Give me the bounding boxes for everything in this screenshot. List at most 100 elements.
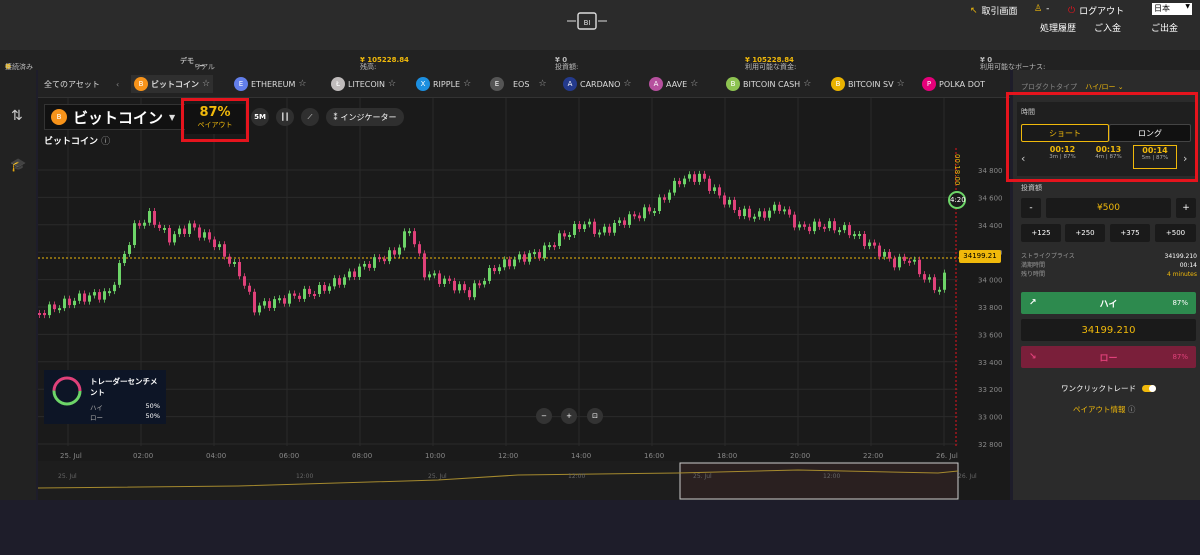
- quick-amount-button[interactable]: +375: [1110, 224, 1150, 242]
- candle: [628, 214, 631, 225]
- star-icon[interactable]: ☆: [298, 79, 306, 89]
- language-select[interactable]: 日本 ▼: [1152, 3, 1192, 15]
- quick-amount-button[interactable]: +500: [1155, 224, 1196, 242]
- candle: [353, 271, 356, 277]
- zoom-in-icon[interactable]: +: [561, 408, 577, 424]
- candle: [98, 292, 101, 300]
- timeframe-button[interactable]: 5M: [251, 108, 269, 126]
- bitcoin-icon: B: [134, 77, 148, 91]
- candle: [243, 276, 246, 286]
- candle: [688, 174, 691, 179]
- candle: [368, 263, 371, 268]
- ripple-icon: X: [416, 77, 430, 91]
- candle: [753, 216, 756, 219]
- candle: [223, 244, 226, 257]
- draw-tool-icon[interactable]: ⟋: [301, 108, 319, 126]
- candle: [498, 267, 501, 272]
- tab-aave[interactable]: A AAVE ☆: [649, 75, 698, 93]
- candle: [618, 220, 621, 223]
- candle: [703, 173, 706, 179]
- balance: 残高: ¥ 105228.84: [360, 56, 409, 71]
- quick-amount-button[interactable]: +250: [1065, 224, 1105, 242]
- candle: [868, 242, 871, 247]
- star-icon[interactable]: ☆: [690, 79, 698, 89]
- price-chart[interactable]: 34 80034 60034 40034 20034 00033 80033 6…: [38, 98, 1010, 500]
- star-icon[interactable]: ☆: [463, 79, 471, 89]
- candle: [323, 285, 326, 291]
- one-click-toggle[interactable]: [1142, 385, 1156, 392]
- candle: [493, 268, 496, 272]
- candle: [378, 257, 381, 260]
- candle: [578, 224, 581, 230]
- swap-arrows-icon[interactable]: ⇅: [11, 108, 23, 124]
- x-tick-label: 18:00: [717, 452, 737, 460]
- candle-type-icon[interactable]: ┃┃: [276, 108, 294, 126]
- x-tick-label: 16:00: [644, 452, 664, 460]
- asset-selector[interactable]: B ビットコイン ▼: [44, 104, 186, 130]
- available-bonus: 利用可能なボーナス: ¥ 0: [980, 56, 1046, 71]
- star-icon[interactable]: ☆: [623, 79, 631, 89]
- candle: [788, 209, 791, 215]
- tab-bitcoin[interactable]: B ビットコイン ☆: [131, 75, 214, 93]
- candle: [418, 244, 421, 254]
- tab-bitcoin-sv[interactable]: B BITCOIN SV ☆: [831, 75, 905, 93]
- candle: [518, 254, 521, 260]
- candle: [813, 221, 816, 232]
- candle: [908, 260, 911, 263]
- star-icon[interactable]: ☆: [538, 79, 546, 89]
- increase-amount-button[interactable]: +: [1176, 198, 1196, 218]
- amount-input[interactable]: ¥500: [1046, 198, 1171, 218]
- navigator-tick: 25. Jul: [693, 473, 712, 480]
- high-button[interactable]: ↗ ハイ 87%: [1021, 292, 1196, 314]
- decrease-amount-button[interactable]: -: [1021, 198, 1041, 218]
- candle: [538, 252, 541, 258]
- candle: [343, 277, 346, 285]
- zoom-out-icon[interactable]: −: [536, 408, 552, 424]
- candle: [383, 258, 386, 262]
- trade-screen-link[interactable]: ↖ 取引画面: [970, 4, 1018, 18]
- candle: [653, 211, 656, 214]
- user-menu[interactable]: ♙ -: [1034, 4, 1049, 14]
- expiry-timer: 00:18:00: [953, 154, 961, 186]
- indicator-button[interactable]: ⁑ インジケーター: [326, 108, 404, 126]
- tab-eos[interactable]: E EOS ☆: [490, 75, 547, 93]
- product-type-select[interactable]: ハイ/ロー: [1085, 83, 1115, 91]
- all-assets-tab[interactable]: 全てのアセット: [44, 75, 100, 93]
- x-tick-label: 26. Jul: [936, 452, 958, 460]
- candle: [693, 174, 696, 182]
- demo-toggle[interactable]: デモ ⚪━ リアル: [180, 56, 215, 71]
- education-cap-icon[interactable]: 🎓: [10, 158, 26, 173]
- deposit-link[interactable]: ご入金: [1094, 21, 1121, 34]
- candle: [933, 277, 936, 291]
- fit-screen-icon[interactable]: ⊡: [587, 408, 603, 424]
- caret-down-icon: ▼: [169, 112, 176, 122]
- candle: [478, 283, 481, 286]
- tab-bitcoin-cash[interactable]: B BITCOIN CASH ☆: [726, 75, 811, 93]
- candle: [648, 207, 651, 212]
- tab-litecoin[interactable]: Ł LITECOIN ☆: [331, 75, 396, 93]
- tab-ripple[interactable]: X RIPPLE ☆: [416, 75, 471, 93]
- tab-cardano[interactable]: A CARDANO ☆: [563, 75, 631, 93]
- logout-button[interactable]: ⏻ ログアウト: [1068, 4, 1124, 18]
- history-link[interactable]: 処理履歴: [1040, 21, 1076, 34]
- candle: [888, 251, 891, 259]
- tab-ethereum[interactable]: E ETHEREUM ☆: [234, 75, 306, 93]
- withdraw-link[interactable]: ご出金: [1151, 21, 1178, 34]
- quick-amount-button[interactable]: +125: [1021, 224, 1061, 242]
- star-icon[interactable]: ☆: [897, 79, 905, 89]
- star-icon[interactable]: ☆: [202, 79, 210, 89]
- tabs-prev-icon[interactable]: ‹: [116, 75, 119, 93]
- star-icon[interactable]: ☆: [803, 79, 811, 89]
- info-icon[interactable]: ⓘ: [101, 137, 110, 147]
- chart-area[interactable]: 34 80034 60034 40034 20034 00033 80033 6…: [38, 98, 1010, 500]
- star-icon[interactable]: ☆: [388, 79, 396, 89]
- candle: [913, 259, 916, 262]
- power-icon: ⏻: [1068, 5, 1076, 16]
- candle: [633, 214, 636, 217]
- candle: [193, 223, 196, 228]
- y-tick-label: 33 400: [978, 359, 1003, 367]
- payout-info-link[interactable]: ペイアウト情報 ⓘ: [1073, 404, 1135, 415]
- low-button[interactable]: ↘ ロー 87%: [1021, 346, 1196, 368]
- candle: [803, 224, 806, 227]
- tab-polka-dot[interactable]: P POLKA DOT: [922, 75, 985, 93]
